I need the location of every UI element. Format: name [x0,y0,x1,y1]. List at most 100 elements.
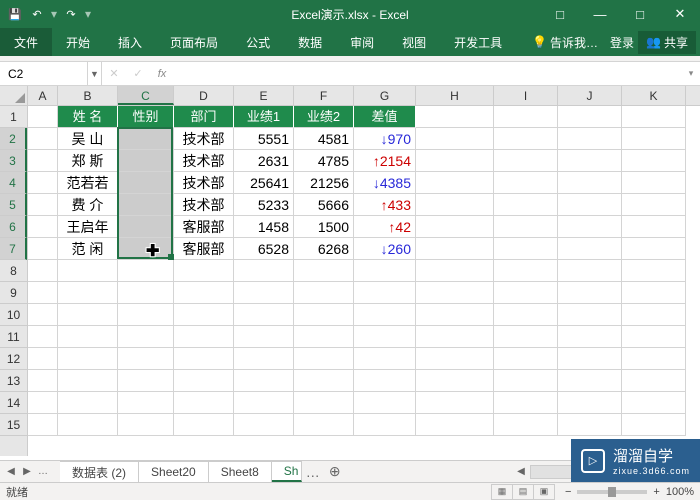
cell[interactable]: 差值 [354,106,416,128]
cell[interactable] [354,326,416,348]
cell[interactable] [622,238,686,260]
cell[interactable]: 吴 山 [58,128,118,150]
cell[interactable]: 姓 名 [58,106,118,128]
cell[interactable] [622,150,686,172]
cell[interactable]: 业绩1 [234,106,294,128]
select-all-button[interactable] [0,86,28,106]
cell[interactable] [174,282,234,304]
cell[interactable] [494,326,558,348]
cell[interactable] [294,304,354,326]
cell[interactable] [28,172,58,194]
cell[interactable] [558,128,622,150]
cell[interactable] [58,282,118,304]
cell[interactable] [234,392,294,414]
cell[interactable] [494,392,558,414]
tab-view[interactable]: 视图 [388,28,440,56]
cell[interactable]: 5233 [234,194,294,216]
cell[interactable] [416,194,494,216]
cell[interactable]: 4581 [294,128,354,150]
cell[interactable] [494,370,558,392]
cell[interactable] [416,370,494,392]
cell[interactable] [558,194,622,216]
cell[interactable] [28,106,58,128]
tab-home[interactable]: 开始 [52,28,104,56]
qat-dropdown-icon[interactable]: ▾ [50,7,58,21]
cell[interactable] [416,106,494,128]
row-header-1[interactable]: 1 [0,106,27,128]
cell[interactable] [58,392,118,414]
cell[interactable] [118,238,174,260]
cell[interactable] [622,172,686,194]
sheet-tab[interactable]: 数据表 (2) [60,461,139,482]
cell[interactable] [234,370,294,392]
cell[interactable] [174,304,234,326]
cell[interactable] [118,150,174,172]
row-header-14[interactable]: 14 [0,392,27,414]
cell[interactable] [354,304,416,326]
cell[interactable] [28,282,58,304]
cell[interactable]: 性别 [118,106,174,128]
cell[interactable] [28,348,58,370]
cell[interactable] [494,282,558,304]
cell[interactable]: 6528 [234,238,294,260]
cell[interactable] [416,304,494,326]
cell[interactable] [118,348,174,370]
tab-formulas[interactable]: 公式 [232,28,284,56]
row-header-5[interactable]: 5 [0,194,27,216]
tab-developer[interactable]: 开发工具 [440,28,516,56]
save-icon[interactable]: 💾 [6,5,24,23]
cell[interactable] [58,348,118,370]
cell[interactable] [494,150,558,172]
cell[interactable] [354,370,416,392]
cell[interactable] [28,260,58,282]
cell[interactable] [558,370,622,392]
cell[interactable] [294,414,354,436]
row-header-9[interactable]: 9 [0,282,27,304]
cell[interactable]: 1458 [234,216,294,238]
row-header-11[interactable]: 11 [0,326,27,348]
row-header-10[interactable]: 10 [0,304,27,326]
expand-formula-bar-icon[interactable]: ▾ [682,68,700,79]
row-header-2[interactable]: 2 [0,128,27,150]
cell[interactable] [416,128,494,150]
tab-layout[interactable]: 页面布局 [156,28,232,56]
cell[interactable] [28,194,58,216]
sheet-tab[interactable]: Sh [272,461,302,482]
qat-customize-icon[interactable]: ▾ [84,7,92,21]
cell[interactable] [28,304,58,326]
cell[interactable]: 25641 [234,172,294,194]
col-header-D[interactable]: D [174,86,234,105]
column-headers[interactable]: ABCDEFGHIJK [28,86,700,106]
cell[interactable] [558,304,622,326]
cell[interactable] [58,260,118,282]
cell[interactable] [494,260,558,282]
cell[interactable] [622,326,686,348]
cell[interactable] [622,128,686,150]
row-header-3[interactable]: 3 [0,150,27,172]
cell[interactable] [494,194,558,216]
minimize-button[interactable]: — [580,0,620,28]
cell[interactable] [622,304,686,326]
cell[interactable] [416,150,494,172]
cell[interactable] [58,414,118,436]
col-header-C[interactable]: C [118,86,174,105]
cell[interactable]: 技术部 [174,128,234,150]
cell[interactable] [416,326,494,348]
cell[interactable]: ↑2154 [354,150,416,172]
zoom-in-button[interactable]: + [653,486,659,498]
tab-insert[interactable]: 插入 [104,28,156,56]
page-break-view-icon[interactable]: ▣ [533,484,555,500]
cell[interactable] [294,348,354,370]
formula-input[interactable] [174,62,682,85]
cell[interactable] [558,216,622,238]
cell[interactable] [558,414,622,436]
cell[interactable] [558,348,622,370]
cell[interactable] [622,260,686,282]
cell[interactable] [354,348,416,370]
cell[interactable] [294,282,354,304]
cell[interactable]: 客服部 [174,216,234,238]
cell[interactable] [118,194,174,216]
cell[interactable]: ↓970 [354,128,416,150]
cell[interactable] [28,370,58,392]
tab-file[interactable]: 文件 [0,28,52,56]
